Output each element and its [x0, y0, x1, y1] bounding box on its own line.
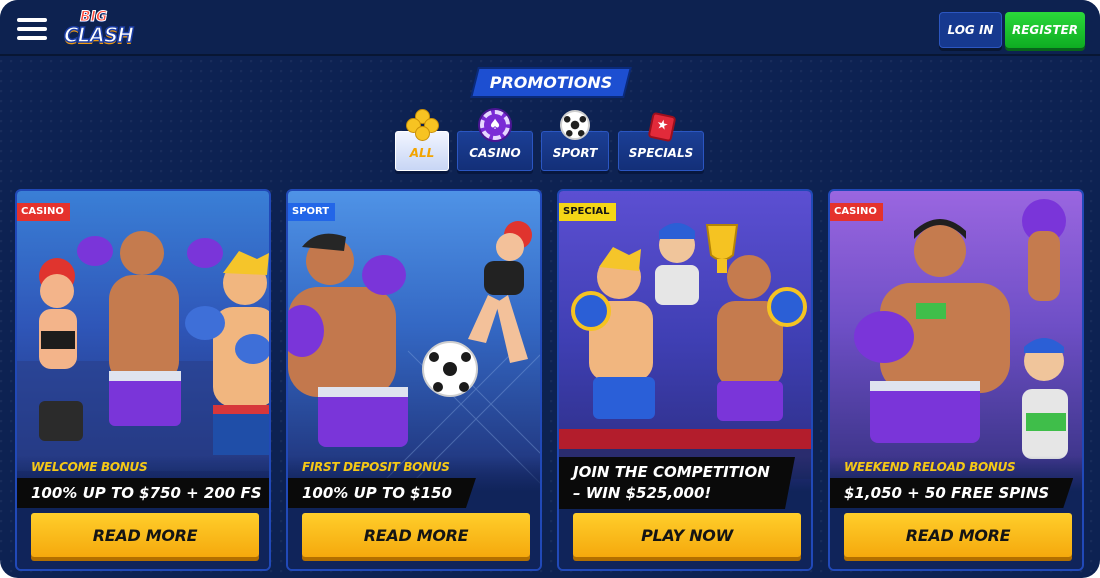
offer-text: JOIN THE COMPETITION – WIN $525,000!	[559, 457, 795, 509]
offer-text: 100% UP TO $150	[288, 478, 476, 508]
category-badge: CASINO	[830, 203, 883, 221]
promo-card-competition[interactable]: SPECIAL JOIN THE COMPETITION – WIN $525,…	[557, 189, 813, 571]
sport-art	[288, 221, 540, 488]
tab-casino[interactable]: ♠ CASINO	[457, 110, 533, 171]
clover-icon	[405, 108, 439, 142]
tab-specials[interactable]: ★ SPECIALS	[618, 111, 704, 171]
poker-chip-icon: ♠	[478, 108, 512, 142]
boxers-group-illustration	[17, 191, 269, 491]
champions-with-trophy-illustration	[559, 191, 811, 491]
top-header: BIG CLASH LOG IN REGISTER	[0, 0, 1100, 56]
offer-text: $1,050 + 50 FREE SPINS	[830, 478, 1073, 508]
login-button[interactable]: LOG IN	[939, 12, 1002, 48]
menu-icon[interactable]	[17, 18, 47, 40]
offer-text: 100% UP TO $750 + 200 FS	[17, 478, 271, 508]
read-more-button[interactable]: READ MORE	[302, 513, 530, 557]
soccer-ball-icon	[558, 108, 592, 142]
category-badge: SPORT	[288, 203, 336, 221]
tab-label: SPECIALS	[628, 146, 694, 160]
tab-label: CASINO	[469, 146, 521, 160]
bonus-label: FIRST DEPOSIT BONUS	[302, 460, 450, 474]
bonus-label: WEEKEND RELOAD BONUS	[844, 460, 1016, 474]
register-button[interactable]: REGISTER	[1005, 12, 1085, 48]
promo-card-first-deposit[interactable]: SPORT FIRST DEPOSIT BONUS 100% UP TO $15…	[286, 189, 542, 571]
category-badge: SPECIAL	[559, 203, 616, 221]
reload-art	[854, 199, 1068, 459]
promotions-title: PROMOTIONS	[489, 73, 613, 92]
bonus-label: WELCOME BONUS	[31, 460, 148, 474]
tab-label: ALL	[409, 146, 435, 160]
boxer-with-cash-illustration	[830, 191, 1082, 491]
big-clash-logo[interactable]: BIG CLASH	[60, 7, 135, 51]
tab-all[interactable]: ALL	[395, 109, 449, 171]
promo-card-weekend-reload[interactable]: CASINO WEEKEND RELOAD BONUS $1,050 + 50 …	[828, 189, 1084, 571]
boxers-art	[17, 231, 269, 471]
read-more-button[interactable]: READ MORE	[844, 513, 1072, 557]
promotions-heading: PROMOTIONS	[472, 69, 630, 96]
fighter-kicking-ball-illustration	[288, 191, 540, 491]
read-more-button[interactable]: READ MORE	[31, 513, 259, 557]
logo-bottom-text: CLASH	[63, 22, 135, 48]
tab-label: SPORT	[552, 146, 598, 160]
play-now-button[interactable]: PLAY NOW	[573, 513, 801, 557]
special-art	[559, 223, 811, 479]
tab-sport[interactable]: SPORT	[541, 110, 609, 171]
app-frame: BIG CLASH LOG IN REGISTER PROMOTIONS ALL…	[0, 0, 1100, 578]
category-badge: CASINO	[17, 203, 70, 221]
gift-bag-icon: ★	[644, 108, 678, 143]
promo-card-welcome[interactable]: CASINO WELCOME BONUS 100% UP TO $750 + 2…	[15, 189, 271, 571]
